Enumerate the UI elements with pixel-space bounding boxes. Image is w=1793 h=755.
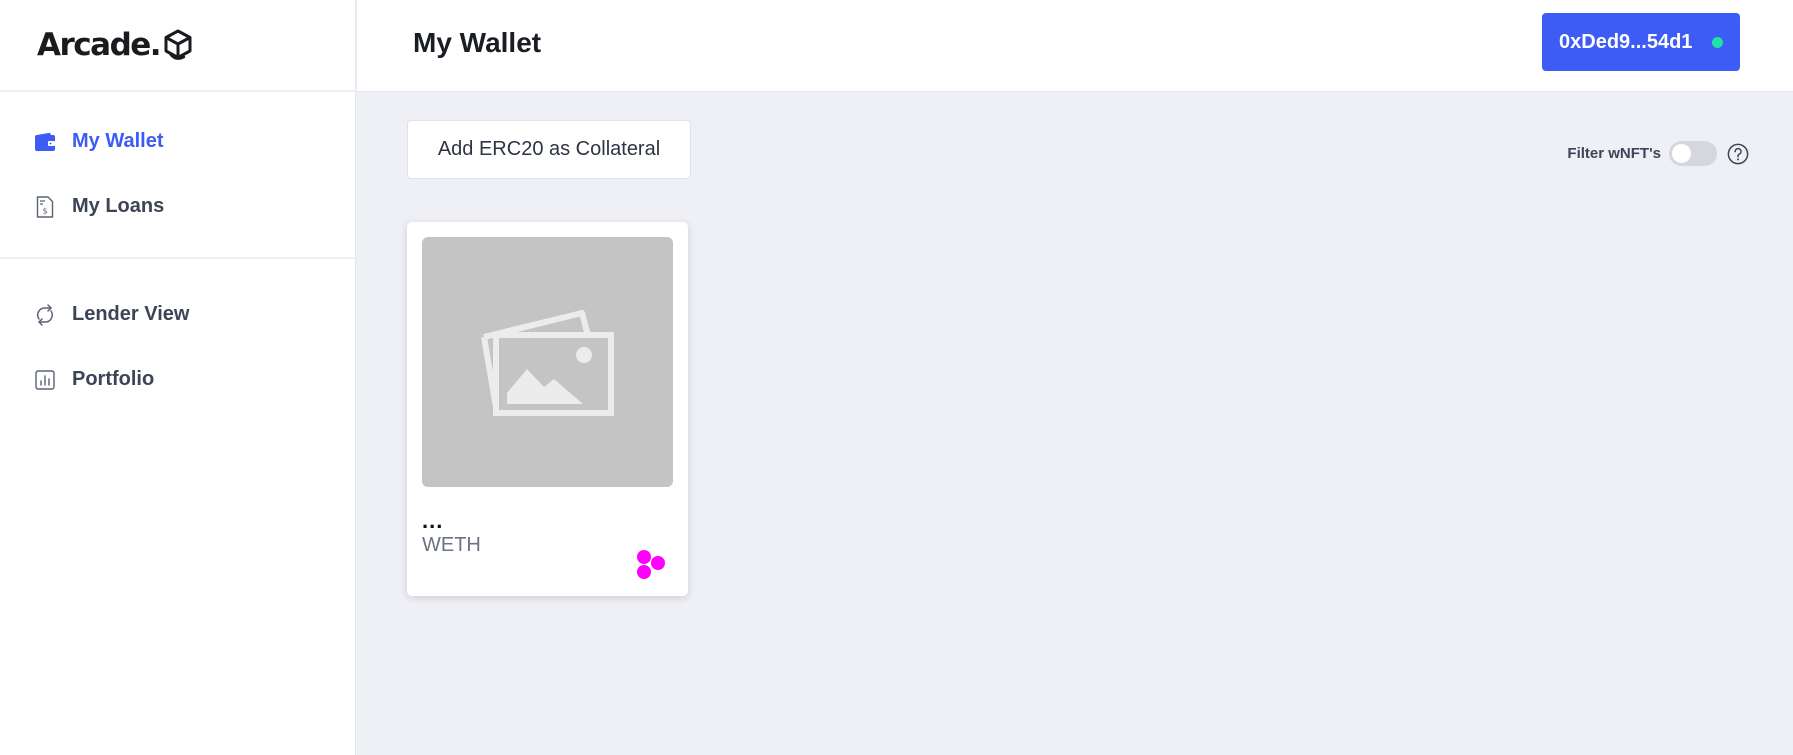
sidebar-item-label: Lender View <box>72 303 190 325</box>
sidebar: Arcade. My Wallet $ My Loans Lender View… <box>0 0 356 755</box>
loan-document-icon: $ <box>33 195 57 219</box>
nft-symbol: WETH <box>422 534 481 556</box>
add-erc20-collateral-button[interactable]: Add ERC20 as Collateral <box>407 120 691 179</box>
question-circle-icon[interactable] <box>1727 143 1749 165</box>
page-title: My Wallet <box>413 27 542 58</box>
logo-text: Arcade. <box>37 27 162 63</box>
nft-name: ... <box>422 508 444 533</box>
swap-arrows-icon <box>33 303 57 327</box>
filter-label: Filter wNFT's <box>1567 145 1661 162</box>
top-header: My Wallet 0xDed9...54d1 <box>357 0 1793 92</box>
nft-card[interactable]: ... WETH <box>407 222 688 596</box>
wallet-icon <box>33 130 57 154</box>
sidebar-item-portfolio[interactable]: Portfolio <box>0 347 355 412</box>
sidebar-item-label: My Wallet <box>72 130 164 152</box>
sidebar-item-lender-view[interactable]: Lender View <box>0 282 355 347</box>
placeholder-image-icon <box>422 237 673 487</box>
filter-wnft-toggle[interactable] <box>1669 141 1717 166</box>
sidebar-item-label: Portfolio <box>72 368 155 390</box>
connection-status-indicator <box>1712 37 1723 48</box>
wallet-address-button[interactable]: 0xDed9...54d1 <box>1542 13 1740 71</box>
secondary-nav: Lender View Portfolio <box>0 259 355 428</box>
sidebar-item-label: My Loans <box>72 195 165 217</box>
sidebar-item-my-wallet[interactable]: My Wallet <box>0 109 355 174</box>
filter-wnft-control: Filter wNFT's <box>1567 141 1749 166</box>
sidebar-item-my-loans[interactable]: $ My Loans <box>0 174 355 239</box>
wallet-address: 0xDed9...54d1 <box>1559 30 1693 53</box>
token-badge-icon <box>636 549 666 581</box>
svg-text:$: $ <box>42 206 47 215</box>
arcade-logo[interactable]: Arcade. <box>37 27 194 63</box>
bar-chart-icon <box>33 368 57 392</box>
toggle-knob <box>1672 144 1691 163</box>
primary-nav: My Wallet $ My Loans <box>0 92 355 259</box>
logo-cube-icon <box>164 29 192 60</box>
logo-bar: Arcade. <box>0 0 355 92</box>
